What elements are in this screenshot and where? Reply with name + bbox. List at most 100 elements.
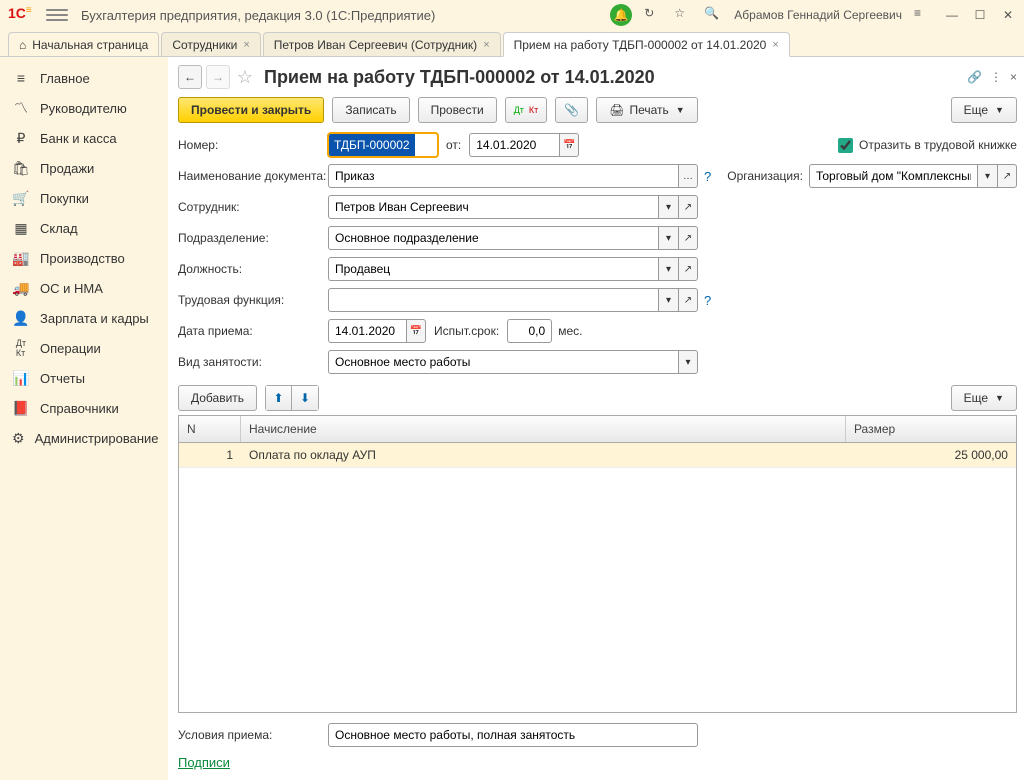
- attach-button[interactable]: 📎: [555, 97, 588, 123]
- trial-input[interactable]: [507, 319, 552, 343]
- department-input[interactable]: [328, 226, 658, 250]
- tab-employee-detail[interactable]: Петров Иван Сергеевич (Сотрудник) ×: [263, 32, 501, 57]
- open-icon[interactable]: ↗: [678, 226, 698, 250]
- gear-icon: ⚙: [12, 430, 25, 446]
- minimize-icon[interactable]: —: [944, 8, 960, 22]
- position-label: Должность:: [178, 262, 328, 276]
- home-icon: ⌂: [19, 38, 26, 52]
- calendar-icon[interactable]: 📅: [559, 133, 579, 157]
- col-name[interactable]: Начисление: [241, 416, 846, 442]
- tab-close-icon[interactable]: ×: [483, 39, 489, 51]
- open-icon[interactable]: ↗: [997, 164, 1017, 188]
- back-button[interactable]: ←: [178, 65, 202, 89]
- tab-close-icon[interactable]: ×: [772, 39, 778, 51]
- catalogs-icon: 📕: [12, 400, 30, 416]
- position-input[interactable]: [328, 257, 658, 281]
- tab-label: Сотрудники: [172, 38, 237, 52]
- help-icon[interactable]: ?: [704, 293, 711, 308]
- nav-assets[interactable]: 🚚ОС и НМА: [0, 273, 168, 303]
- chevron-down-icon[interactable]: ▾: [658, 195, 678, 219]
- nav-stock[interactable]: ▦Склад: [0, 213, 168, 243]
- col-size[interactable]: Размер: [846, 416, 1016, 442]
- col-n[interactable]: N: [179, 416, 241, 442]
- favorite-icon[interactable]: ☆: [234, 67, 256, 88]
- link-icon[interactable]: 🔗: [967, 70, 982, 84]
- chevron-down-icon: ▼: [995, 393, 1004, 403]
- assets-icon: 🚚: [12, 280, 30, 296]
- calendar-icon[interactable]: 📅: [406, 319, 426, 343]
- employee-input[interactable]: [328, 195, 658, 219]
- number-input[interactable]: [328, 133, 438, 157]
- nav-production[interactable]: 🏭Производство: [0, 243, 168, 273]
- post-close-button[interactable]: Провести и закрыть: [178, 97, 324, 123]
- docname-input[interactable]: [328, 164, 678, 188]
- post-button[interactable]: Провести: [418, 97, 497, 123]
- nav-purchases[interactable]: 🛒Покупки: [0, 183, 168, 213]
- tab-label: Прием на работу ТДБП-000002 от 14.01.202…: [514, 38, 767, 52]
- open-icon[interactable]: ↗: [678, 288, 698, 312]
- func-label: Трудовая функция:: [178, 293, 328, 307]
- close-icon[interactable]: ✕: [1000, 8, 1016, 22]
- save-button[interactable]: Записать: [332, 97, 409, 123]
- emp-type-input[interactable]: [328, 350, 678, 374]
- nav-reports[interactable]: 📊Отчеты: [0, 363, 168, 393]
- more-table-button[interactable]: Еще▼: [951, 385, 1017, 411]
- conditions-input[interactable]: [328, 723, 698, 747]
- bell-icon[interactable]: 🔔: [610, 4, 632, 26]
- fwd-button[interactable]: →: [206, 65, 230, 89]
- nav-sales[interactable]: 🛍Продажи: [0, 153, 168, 183]
- reflect-checkbox[interactable]: [838, 138, 853, 153]
- user-name[interactable]: Абрамов Геннадий Сергеевич: [734, 8, 902, 22]
- search-icon[interactable]: 🔍: [704, 6, 722, 24]
- table-row[interactable]: 1 Оплата по окладу АУП 25 000,00: [179, 443, 1016, 468]
- org-input[interactable]: [809, 164, 977, 188]
- main-menu-icon[interactable]: [46, 6, 68, 24]
- nav-bank[interactable]: ₽Банк и касса: [0, 123, 168, 153]
- dtkt-button[interactable]: ДтКт: [505, 97, 548, 123]
- close-page-icon[interactable]: ×: [1010, 70, 1017, 84]
- page-title: Прием на работу ТДБП-000002 от 14.01.202…: [264, 67, 963, 88]
- settings-menu-icon[interactable]: ≡: [914, 6, 932, 24]
- nav-manager[interactable]: 〽Руководителю: [0, 93, 168, 123]
- nav-ops[interactable]: ДтКтОперации: [0, 333, 168, 363]
- tab-employees[interactable]: Сотрудники ×: [161, 32, 260, 57]
- signs-link[interactable]: Подписи: [178, 755, 1017, 770]
- nav-catalogs[interactable]: 📕Справочники: [0, 393, 168, 423]
- func-input[interactable]: [328, 288, 658, 312]
- hire-date-input[interactable]: [328, 319, 406, 343]
- manager-icon: 〽: [12, 100, 30, 116]
- star-icon[interactable]: ☆: [674, 6, 692, 24]
- stock-icon: ▦: [12, 220, 30, 236]
- chevron-down-icon[interactable]: ▾: [678, 350, 698, 374]
- open-icon[interactable]: ↗: [678, 257, 698, 281]
- history-icon[interactable]: ↻: [644, 6, 662, 24]
- org-label: Организация:: [727, 169, 803, 183]
- open-icon[interactable]: ↗: [678, 195, 698, 219]
- nav-main[interactable]: ≡Главное: [0, 63, 168, 93]
- more-icon[interactable]: ⋮: [990, 70, 1002, 84]
- chevron-down-icon[interactable]: ▾: [658, 257, 678, 281]
- tab-hiring[interactable]: Прием на работу ТДБП-000002 от 14.01.202…: [503, 32, 790, 57]
- department-label: Подразделение:: [178, 231, 328, 245]
- hire-date-label: Дата приема:: [178, 324, 328, 338]
- date-input[interactable]: [469, 133, 559, 157]
- nav-hr[interactable]: 👤Зарплата и кадры: [0, 303, 168, 333]
- chevron-down-icon[interactable]: ▾: [977, 164, 997, 188]
- more-button[interactable]: Еще▼: [951, 97, 1017, 123]
- tab-close-icon[interactable]: ×: [243, 39, 249, 51]
- print-button[interactable]: 🖨Печать▼: [596, 97, 697, 123]
- tab-home[interactable]: ⌂ Начальная страница: [8, 32, 159, 57]
- chevron-down-icon[interactable]: ▾: [658, 226, 678, 250]
- hr-icon: 👤: [12, 310, 30, 326]
- content-area: ← → ☆ Прием на работу ТДБП-000002 от 14.…: [168, 57, 1024, 780]
- chevron-down-icon[interactable]: ▾: [658, 288, 678, 312]
- app-title: Бухгалтерия предприятия, редакция 3.0 (1…: [76, 8, 610, 23]
- move-down-button[interactable]: ⬇: [292, 386, 318, 410]
- ellipsis-button[interactable]: …: [678, 164, 698, 188]
- maximize-icon[interactable]: ☐: [972, 8, 988, 22]
- production-icon: 🏭: [12, 250, 30, 266]
- help-icon[interactable]: ?: [704, 169, 711, 184]
- nav-admin[interactable]: ⚙Администрирование: [0, 423, 168, 453]
- move-up-button[interactable]: ⬆: [266, 386, 292, 410]
- add-button[interactable]: Добавить: [178, 385, 257, 411]
